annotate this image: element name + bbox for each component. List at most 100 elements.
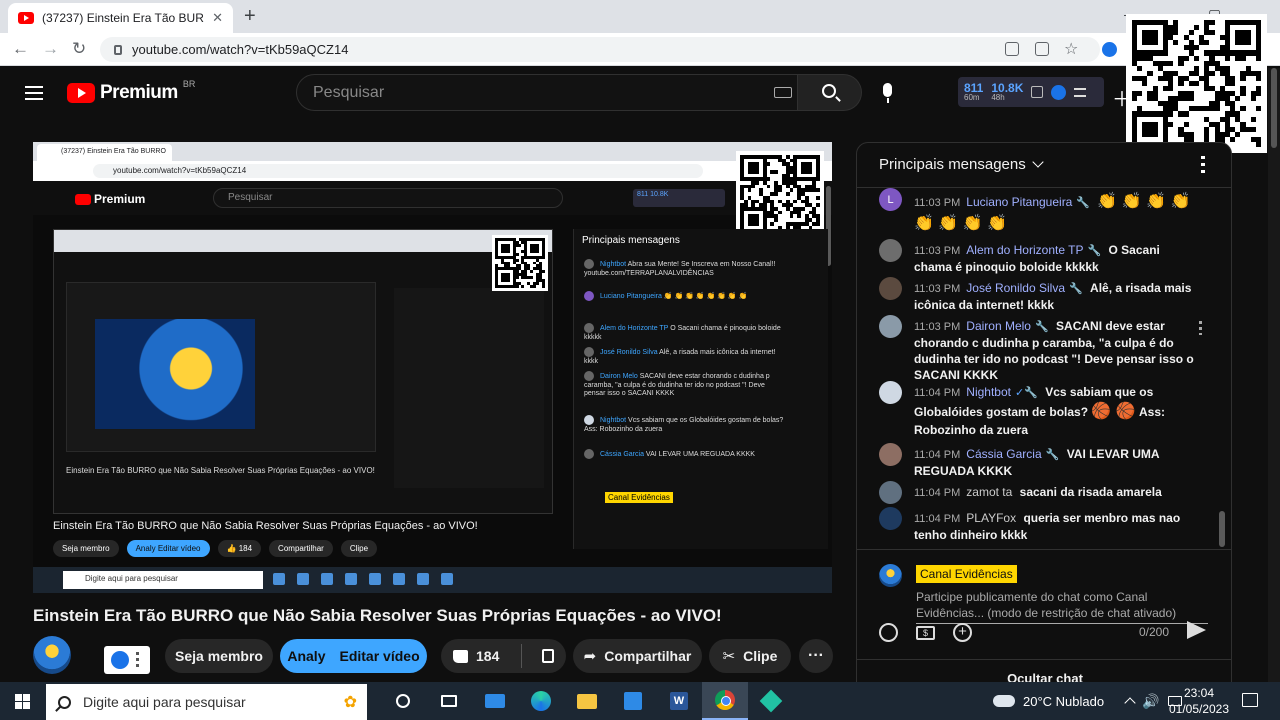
like-dislike-button[interactable]: 184 (441, 639, 566, 673)
thumbs-up-icon[interactable] (453, 649, 468, 663)
video-player[interactable]: (37237) Einstein Era Tão BURRO youtube.c… (33, 142, 832, 593)
notification-icon[interactable] (1242, 693, 1258, 707)
edit-video-label[interactable]: Editar vídeo (339, 648, 419, 664)
bookmark-star-icon[interactable]: ☆ (1064, 39, 1078, 59)
chat-scrollbar[interactable] (1219, 511, 1225, 547)
page-scrollbar-thumb[interactable] (1271, 68, 1277, 148)
chat-message[interactable]: 11:04 PM Cássia Garcia 🔧 VAI LEVAR UMA REG… (879, 443, 1199, 479)
chrome-icon[interactable] (702, 682, 748, 720)
extension-icon[interactable] (1102, 42, 1117, 57)
share-page-icon[interactable] (1035, 42, 1049, 56)
nested-share: Compartilhar (269, 540, 333, 557)
keyboard-icon[interactable] (774, 87, 792, 98)
analytics-edit-button[interactable]: Analy Editar vídeo (280, 639, 427, 673)
microphone-icon (883, 83, 892, 97)
close-tab-icon[interactable]: ✕ (212, 10, 223, 26)
search-button[interactable] (798, 74, 862, 111)
chat-divider (857, 549, 1231, 550)
chat-options-icon[interactable] (1201, 156, 1205, 174)
chat-text: sacani da risada amarela (1019, 485, 1162, 499)
chat-author[interactable]: Alem do Horizonte TP (966, 243, 1083, 257)
voice-search-button[interactable] (873, 74, 903, 111)
chat-author[interactable]: José Ronildo Silva (966, 281, 1065, 295)
moderator-wrench-icon: 🔧 (1034, 321, 1049, 333)
chevron-up-icon[interactable] (1124, 697, 1136, 709)
chat-author[interactable]: Cássia Garcia (966, 447, 1041, 461)
channel-avatar[interactable] (33, 636, 71, 674)
back-arrow-icon[interactable]: ← (12, 39, 29, 59)
chat-message-body: 11:03 PM Alem do Horizonte TP 🔧 O Sacani c… (914, 239, 1199, 275)
stats-extension-widget[interactable]: 811 60m 10.8K 48h (958, 77, 1104, 107)
chat-message[interactable]: 11:03 PM Alem do Horizonte TP 🔧 O Sacani c… (879, 239, 1199, 275)
volume-icon[interactable]: 🔊 (1142, 693, 1159, 710)
word-icon[interactable]: W (656, 682, 702, 720)
stats-menu-icon[interactable] (1074, 87, 1087, 97)
page-scrollbar[interactable] (1268, 68, 1280, 682)
chat-message-body: 11:04 PM zamot ta sacani da risada amarel… (914, 481, 1162, 504)
super-chat-icon[interactable]: $ (916, 625, 935, 640)
chat-message[interactable]: 11:03 PM José Ronildo Silva 🔧 Alê, a risad… (879, 277, 1199, 313)
chat-message[interactable]: 11:04 PM Nightbot ✓🔧 Vcs sabiam que os Glo… (879, 381, 1199, 439)
nested-video-frame: Einstein Era Tão BURRO que Não Sabia Res… (53, 229, 553, 514)
nested-mini-qr (492, 235, 548, 291)
chat-message[interactable]: L 11:03 PM Luciano Pitangueira 🔧 👏 👏 👏 👏 👏… (879, 188, 1199, 234)
emoji-icon[interactable] (879, 623, 898, 642)
chat-author[interactable]: Dairon Melo (966, 319, 1031, 333)
send-icon[interactable] (1187, 621, 1206, 639)
chat-input[interactable]: Participe publicamente do chat como Cana… (916, 589, 1208, 625)
cortana-icon[interactable] (380, 682, 426, 720)
chat-author[interactable]: Nightbot (966, 385, 1011, 399)
chat-message[interactable]: 11:04 PM zamot ta sacani da risada amarel… (879, 481, 1199, 504)
windows-start-icon[interactable] (15, 694, 30, 709)
forward-arrow-icon[interactable]: → (42, 39, 59, 59)
edge-icon[interactable] (518, 682, 564, 720)
add-icon[interactable]: + (953, 623, 972, 642)
nested-chat-title: Principais mensagens (582, 235, 680, 246)
chat-author[interactable]: Luciano Pitangueira (966, 195, 1072, 209)
chat-divider (857, 659, 1231, 660)
stats-chart-icon[interactable] (1031, 86, 1044, 98)
browser-tab[interactable]: (37237) Einstein Era Tão BURRO ✕ (8, 3, 233, 33)
chat-mode-dropdown[interactable]: Principais mensagens (879, 155, 1044, 173)
reload-icon[interactable]: ↻ (72, 39, 86, 59)
new-tab-icon[interactable]: + (244, 5, 256, 28)
weather-text[interactable]: 20°C Nublado (1023, 694, 1104, 709)
youtube-play-logo-icon (67, 83, 95, 103)
clip-label: Clipe (743, 648, 778, 664)
url-field[interactable]: youtube.com/watch?v=tKb59aQCZ14 (100, 37, 1100, 62)
file-explorer-icon[interactable] (564, 682, 610, 720)
nested-like: 👍 184 (217, 540, 262, 557)
cloud-weather-icon[interactable] (993, 695, 1015, 707)
app-icon[interactable] (748, 682, 794, 720)
chat-author[interactable]: zamot ta (966, 485, 1012, 499)
chat-message[interactable]: 11:04 PM PLAYFox queria ser menbro mas na… (879, 507, 1199, 543)
avatar-initial: L (887, 193, 894, 206)
analytics-label[interactable]: Analy (287, 648, 325, 664)
chat-message[interactable]: 11:03 PM Dairon Melo 🔧 SACANI deve estar c… (879, 315, 1199, 383)
more-actions-button[interactable]: ··· (799, 639, 833, 673)
share-button[interactable]: ➦ Compartilhar (573, 639, 702, 673)
scissors-icon: ✂ (722, 648, 736, 665)
clip-button[interactable]: ✂ Clipe (709, 639, 791, 673)
nested-channel-badge: Canal Evidências (605, 492, 673, 503)
chat-author[interactable]: PLAYFox (966, 511, 1016, 525)
thumbs-down-icon[interactable] (542, 649, 555, 663)
task-view-icon[interactable] (426, 682, 472, 720)
taskbar-clock[interactable]: 23:04 01/05/2023 (1166, 685, 1232, 717)
taskbar-search[interactable]: Digite aqui para pesquisar ✿ (46, 684, 367, 720)
search-input[interactable] (296, 74, 798, 111)
url-text: youtube.com/watch?v=tKb59aQCZ14 (132, 42, 349, 57)
channel-badge-logo[interactable] (104, 646, 150, 674)
youtube-premium-logo[interactable]: Premium BR (67, 79, 195, 104)
menu-icon[interactable] (25, 86, 43, 100)
extension-logo-icon[interactable] (1051, 84, 1067, 100)
nested-avatar (584, 323, 594, 333)
message-options-icon[interactable] (1199, 321, 1202, 335)
install-app-icon[interactable] (1005, 42, 1019, 56)
nested-chat-message: Alem do Horizonte TP O Sacani chama é pi… (584, 323, 784, 342)
chat-header: Principais mensagens (857, 143, 1231, 188)
store-icon[interactable] (610, 682, 656, 720)
mail-icon[interactable] (472, 682, 518, 720)
join-button[interactable]: Seja membro (165, 639, 273, 673)
nested-chat-message: Nightbot Abra sua Mente! Se Inscreva em … (584, 259, 784, 278)
